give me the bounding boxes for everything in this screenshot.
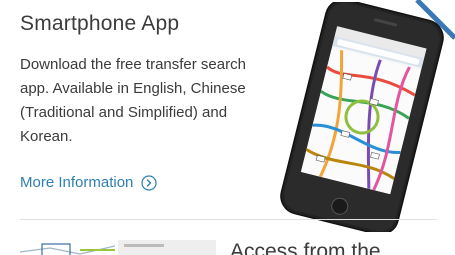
smartphone-app-card: Smartphone App Download the free transfe… [0, 0, 455, 255]
next-card-title: Access from the [230, 240, 381, 255]
circle-chevron-right-icon [141, 174, 157, 191]
divider [20, 219, 437, 220]
route-map-thumbnail [20, 236, 216, 255]
more-information-link[interactable]: More Information [20, 174, 157, 191]
smartphone-image [280, 2, 444, 232]
more-information-label: More Information [20, 174, 134, 191]
card-description: Download the free transfer search app. A… [20, 56, 246, 145]
card-title: Smartphone App [20, 12, 180, 35]
